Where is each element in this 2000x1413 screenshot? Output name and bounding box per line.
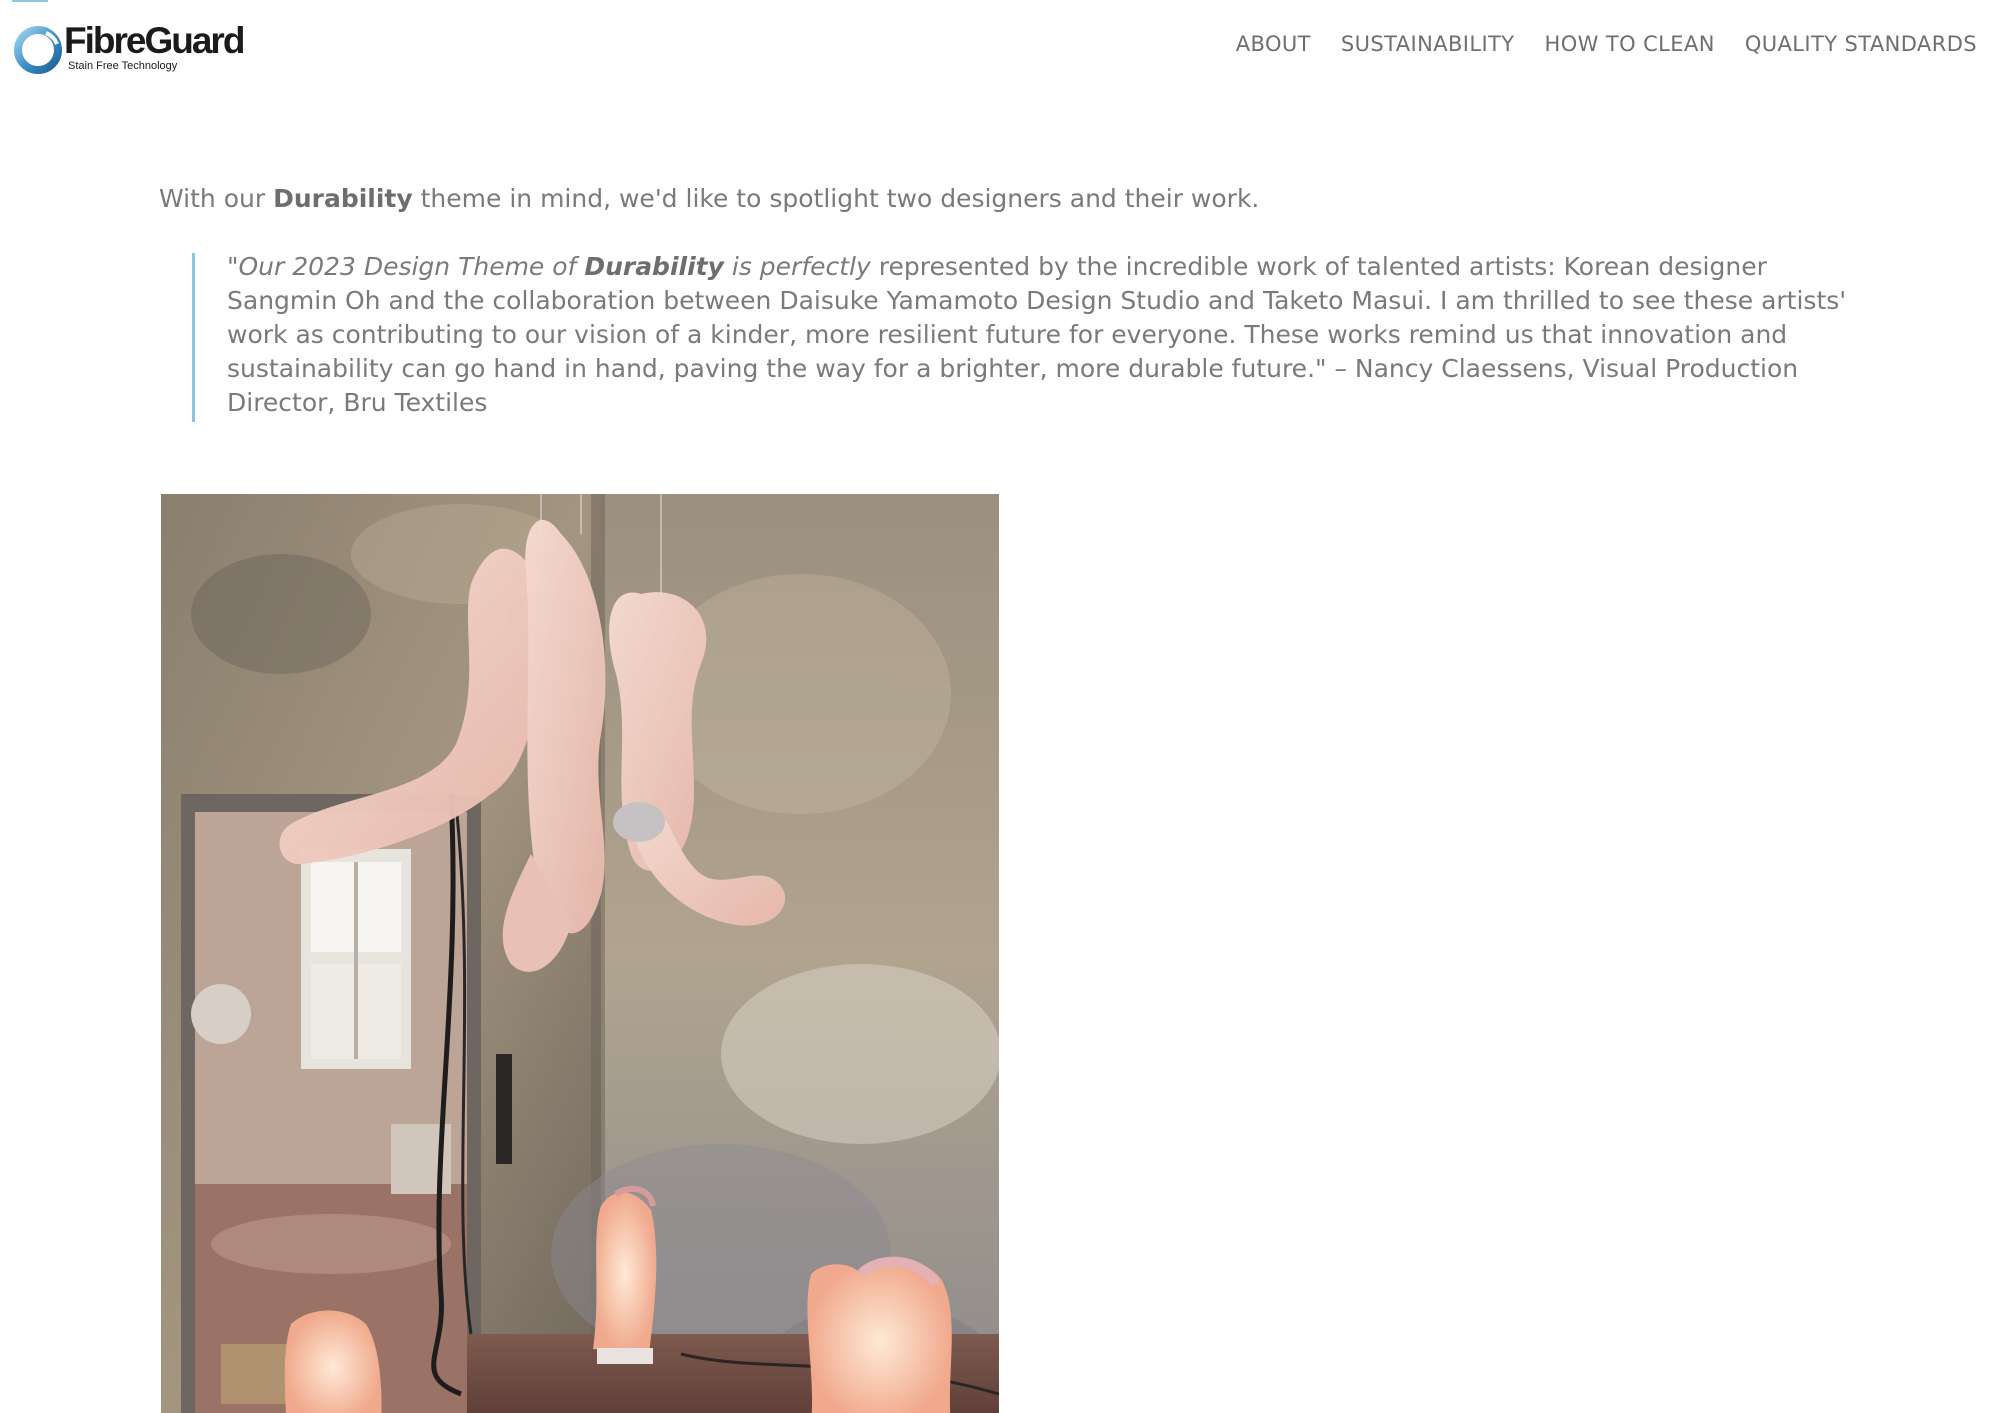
blockquote-bar xyxy=(192,253,195,422)
fibreguard-logo[interactable]: FibreGuard Stain Free Technology xyxy=(12,20,252,78)
sculptural-installation-photo xyxy=(161,494,999,1413)
site-header: FibreGuard Stain Free Technology ABOUT S… xyxy=(0,0,2000,92)
top-accent-line xyxy=(12,0,48,2)
page: FibreGuard Stain Free Technology ABOUT S… xyxy=(0,0,2000,1413)
nav-sustainability[interactable]: SUSTAINABILITY xyxy=(1341,32,1515,56)
main-nav: ABOUT SUSTAINABILITY HOW TO CLEAN QUALIT… xyxy=(1236,32,1977,56)
nav-quality-standards[interactable]: QUALITY STANDARDS xyxy=(1745,32,1977,56)
logo-tagline: Stain Free Technology xyxy=(68,60,178,72)
nav-about[interactable]: ABOUT xyxy=(1236,32,1311,56)
nav-how-to-clean[interactable]: HOW TO CLEAN xyxy=(1545,32,1715,56)
logo-wordmark: FibreGuard xyxy=(64,20,245,61)
durability-emphasis: Durability xyxy=(273,184,413,213)
fibreguard-ring-icon xyxy=(12,24,64,76)
designer-quote: "Our 2023 Design Theme of Durability is … xyxy=(227,252,1847,417)
intro-paragraph: With our Durability theme in mind, we'd … xyxy=(159,184,1260,213)
quote-italic: "Our 2023 Design Theme of Durability is … xyxy=(227,252,871,281)
